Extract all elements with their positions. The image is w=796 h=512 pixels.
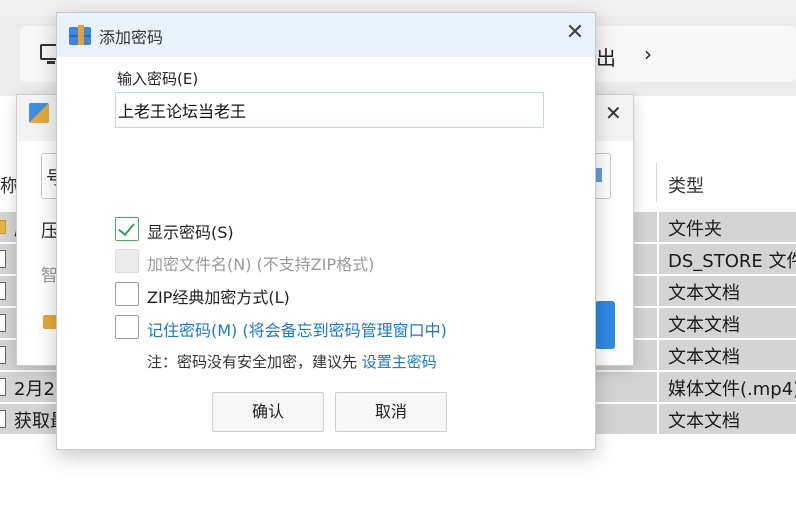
encrypt-filenames-checkbox bbox=[115, 249, 139, 273]
file-icon bbox=[0, 250, 6, 268]
breadcrumb-fragment[interactable]: 出 bbox=[596, 42, 616, 71]
column-separator bbox=[657, 276, 659, 307]
set-master-password-link[interactable]: 设置主密码 bbox=[362, 353, 437, 371]
chevron-right-icon[interactable]: › bbox=[644, 42, 652, 66]
column-separator bbox=[657, 244, 659, 275]
zip-legacy-checkbox[interactable] bbox=[115, 282, 139, 306]
file-icon bbox=[0, 314, 6, 332]
file-type: 文本文档 bbox=[668, 411, 740, 432]
file-type: 文本文档 bbox=[668, 315, 740, 336]
file-type: 文本文档 bbox=[668, 283, 740, 304]
note-text: 注：密码没有安全加密，建议先 bbox=[147, 353, 362, 371]
remember-password-checkbox[interactable] bbox=[115, 315, 139, 339]
column-separator bbox=[657, 340, 659, 371]
dialog-title: 添加密码 bbox=[99, 28, 164, 47]
security-note: 注：密码没有安全加密，建议先 设置主密码 bbox=[147, 351, 437, 372]
remember-password-label[interactable]: 记住密码(M) (将会备忘到密码管理窗口中) bbox=[147, 317, 447, 341]
close-icon[interactable]: ✕ bbox=[563, 21, 587, 45]
column-separator bbox=[657, 212, 659, 243]
file-name: 2月2 bbox=[14, 379, 55, 400]
zip-legacy-label[interactable]: ZIP经典加密方式(L) bbox=[147, 284, 290, 308]
show-password-checkbox[interactable] bbox=[115, 217, 139, 241]
file-icon bbox=[0, 282, 6, 300]
column-divider[interactable] bbox=[656, 162, 657, 202]
password-input[interactable] bbox=[115, 92, 544, 128]
winrar-logo-icon bbox=[29, 103, 49, 123]
compress-button[interactable] bbox=[595, 301, 615, 349]
winrar-logo-icon bbox=[69, 25, 91, 45]
file-icon bbox=[0, 346, 6, 364]
encrypt-filenames-label: 加密文件名(N) (不支持ZIP格式) bbox=[147, 255, 375, 274]
show-password-label[interactable]: 显示密码(S) bbox=[147, 219, 234, 243]
file-icon bbox=[0, 410, 6, 428]
file-type: 媒体文件(.mp4) bbox=[668, 379, 796, 400]
cancel-button[interactable]: 取消 bbox=[335, 392, 447, 432]
media-file-icon bbox=[0, 378, 6, 396]
column-separator bbox=[657, 308, 659, 339]
dialog-titlebar[interactable]: 添加密码 ✕ bbox=[57, 13, 595, 57]
file-type: 文本文档 bbox=[668, 347, 740, 368]
column-header-type[interactable]: 类型 bbox=[668, 172, 704, 198]
add-password-dialog: 添加密码 ✕ 输入密码(E) 显示密码(S) 加密文件名(N) (不支持ZIP格… bbox=[56, 12, 596, 450]
password-label: 输入密码(E) bbox=[117, 70, 199, 88]
ok-button[interactable]: 确认 bbox=[212, 392, 324, 432]
close-icon[interactable]: ✕ bbox=[605, 101, 622, 125]
column-separator bbox=[657, 404, 659, 435]
file-type: DS_STORE 文件 bbox=[668, 251, 796, 272]
column-separator bbox=[657, 372, 659, 403]
folder-icon bbox=[0, 220, 6, 234]
file-type: 文件夹 bbox=[668, 219, 722, 240]
